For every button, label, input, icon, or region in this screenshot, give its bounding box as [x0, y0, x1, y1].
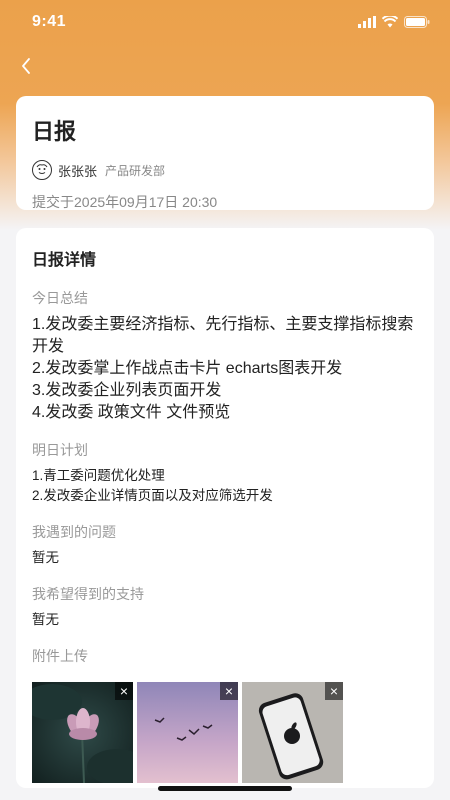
today-item: 4.发改委 政策文件 文件预览 [32, 404, 231, 421]
today-summary-label: 今日总结 [32, 290, 88, 306]
today-item: 3.发改委企业列表页面开发 [32, 382, 222, 399]
avatar [32, 160, 52, 180]
status-time: 9:41 [32, 13, 67, 30]
remove-attachment-button[interactable]: × [325, 682, 343, 700]
problems-label: 我遇到的问题 [32, 524, 116, 540]
attachments-label: 附件上传 [32, 648, 88, 664]
department: 产品研发部 [105, 163, 166, 178]
battery-icon [404, 16, 430, 28]
support-label: 我希望得到的支持 [32, 586, 144, 602]
chevron-left-icon [22, 58, 30, 74]
attachment-lotus-thumbnail[interactable]: × [32, 682, 133, 783]
tomorrow-plan-section: 明日计划 1.青工委问题优化处理 2.发改委企业详情页面以及对应筛选开发 [32, 440, 418, 506]
today-summary-section: 今日总结 1.发改委主要经济指标、先行指标、主要支撑指标搜索开发 2.发改委掌上… [32, 288, 418, 424]
back-button[interactable] [14, 52, 38, 80]
remove-attachment-button[interactable]: × [220, 682, 238, 700]
attachment-birds-thumbnail[interactable]: × [137, 682, 238, 783]
tomorrow-item: 1.青工委问题优化处理 [32, 468, 165, 483]
attachment-list: × × × [32, 682, 418, 783]
home-indicator [158, 786, 292, 791]
report-header-card: 日报 张张张 产品研发部 提交于2025年09月17日 20:30 [16, 96, 434, 210]
today-item: 2.发改委掌上作战点击卡片 echarts图表开发 [32, 360, 343, 377]
signal-icon [358, 16, 376, 28]
tomorrow-plan-label: 明日计划 [32, 442, 88, 458]
section-title: 日报详情 [32, 252, 97, 269]
submit-time: 提交于2025年09月17日 20:30 [32, 194, 218, 210]
problems-value: 暂无 [32, 550, 59, 565]
support-value: 暂无 [32, 612, 59, 627]
remove-attachment-button[interactable]: × [115, 682, 133, 700]
today-item: 1.发改委主要经济指标、先行指标、主要支撑指标搜索开发 [32, 316, 414, 355]
author-name: 张张张 [58, 163, 98, 179]
avatar-face-icon [36, 164, 48, 174]
tomorrow-item: 2.发改委企业详情页面以及对应筛选开发 [32, 488, 273, 503]
report-detail-card: 日报详情 今日总结 1.发改委主要经济指标、先行指标、主要支撑指标搜索开发 2.… [16, 228, 434, 788]
attachment-phone-thumbnail[interactable]: × [242, 682, 343, 783]
status-bar: 9:41 [0, 0, 450, 44]
author-row: 张张张 产品研发部 [32, 160, 418, 180]
attachments-section: 附件上传 × × × [32, 646, 418, 783]
problems-section: 我遇到的问题 暂无 [32, 522, 418, 568]
status-icons [358, 16, 430, 28]
wifi-icon [382, 16, 398, 28]
page-title: 日报 [32, 119, 77, 144]
support-section: 我希望得到的支持 暂无 [32, 584, 418, 630]
